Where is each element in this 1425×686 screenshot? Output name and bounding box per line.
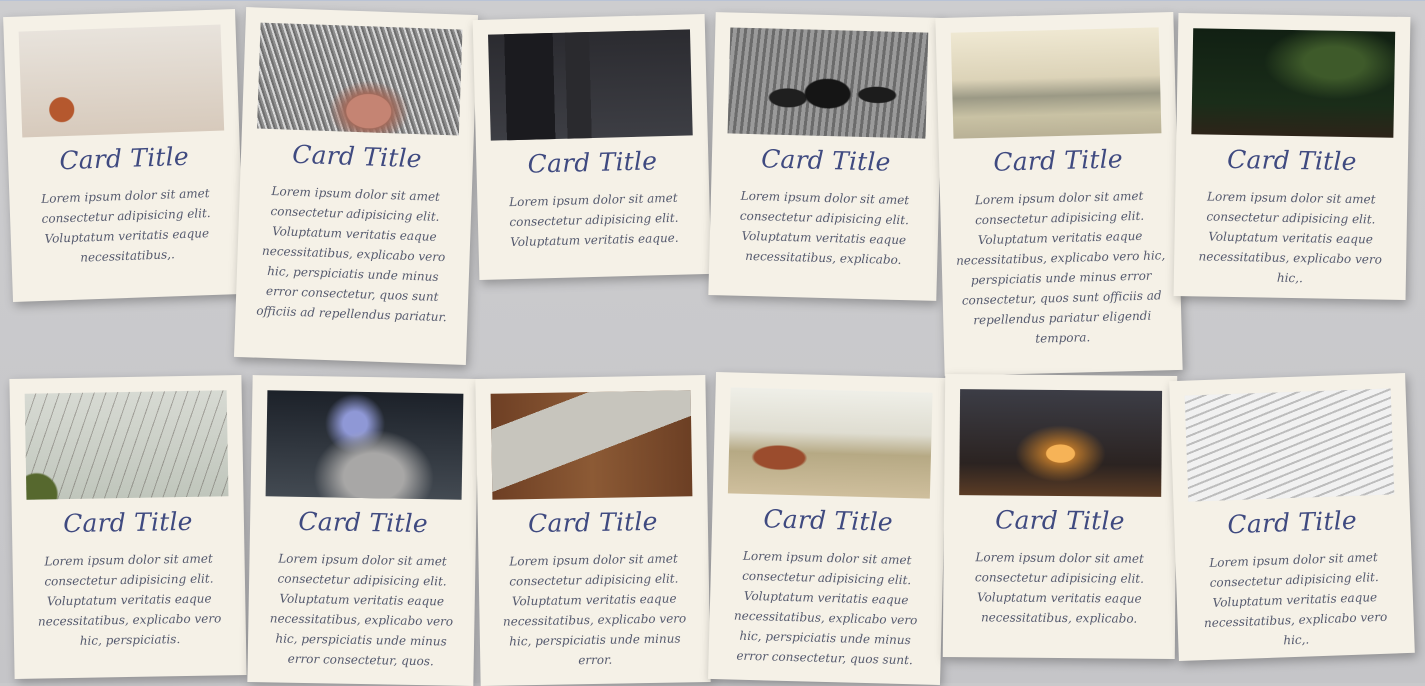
card-title: Card Title — [527, 506, 658, 539]
card-text: Lorem ipsum dolor sit amet consectetur a… — [955, 188, 1166, 346]
card-7[interactable]: Card Title Lorem ipsum dolor sit amet co… — [9, 374, 247, 680]
highland-cow-image — [727, 387, 933, 499]
card-title: Card Title — [763, 504, 894, 537]
card-text: Lorem ipsum dolor sit amet consectetur a… — [269, 551, 454, 669]
laptop-notebook-image — [490, 390, 693, 500]
card-1[interactable]: Card Title Lorem ipsum dolor sit amet co… — [3, 9, 245, 302]
card-board: Card Title Lorem ipsum dolor sit amet co… — [0, 0, 1425, 686]
card-5[interactable]: Card Title Lorem ipsum dolor sit amet co… — [935, 11, 1183, 377]
card-11[interactable]: Card Title Lorem ipsum dolor sit amet co… — [942, 373, 1178, 660]
card-title: Card Title — [995, 505, 1125, 536]
desk-workspace-image — [18, 24, 225, 138]
card-title: Card Title — [1226, 505, 1358, 540]
card-title: Card Title — [527, 146, 658, 179]
card-text: Lorem ipsum dolor sit amet consectetur a… — [256, 184, 447, 325]
card-3[interactable]: Card Title Lorem ipsum dolor sit amet co… — [472, 14, 712, 280]
night-road-image — [959, 389, 1163, 497]
card-title: Card Title — [62, 506, 193, 539]
bare-tree-image — [24, 390, 229, 500]
pine-cones-image — [727, 27, 929, 139]
card-9[interactable]: Card Title Lorem ipsum dolor sit amet co… — [475, 375, 711, 686]
card-text: Lorem ipsum dolor sit amet consectetur a… — [1203, 550, 1388, 648]
beach-image — [950, 27, 1162, 139]
card-text: Lorem ipsum dolor sit amet consectetur a… — [37, 551, 222, 648]
card-text: Lorem ipsum dolor sit amet consectetur a… — [509, 190, 679, 250]
card-text: Lorem ipsum dolor sit amet consectetur a… — [1198, 189, 1382, 286]
card-text: Lorem ipsum dolor sit amet consectetur a… — [41, 186, 211, 265]
card-text: Lorem ipsum dolor sit amet consectetur a… — [502, 551, 687, 668]
card-6[interactable]: Card Title Lorem ipsum dolor sit amet co… — [1173, 12, 1411, 301]
tech-gadgets-image — [488, 29, 693, 141]
night-sky-image — [1191, 28, 1396, 138]
card-8[interactable]: Card Title Lorem ipsum dolor sit amet co… — [247, 375, 479, 686]
card-12[interactable]: Card Title Lorem ipsum dolor sit amet co… — [1169, 372, 1415, 662]
card-title: Card Title — [993, 144, 1124, 177]
card-10[interactable]: Card Title Lorem ipsum dolor sit amet co… — [708, 372, 948, 685]
phone-image — [265, 390, 464, 500]
card-title: Card Title — [760, 144, 891, 177]
card-2[interactable]: Card Title Lorem ipsum dolor sit amet co… — [233, 7, 479, 365]
card-text: Lorem ipsum dolor sit amet consectetur a… — [733, 548, 918, 668]
card-title: Card Title — [291, 139, 423, 174]
card-4[interactable]: Card Title Lorem ipsum dolor sit amet co… — [708, 12, 944, 301]
card-text: Lorem ipsum dolor sit amet consectetur a… — [974, 550, 1145, 626]
card-title: Card Title — [58, 141, 190, 176]
cat-nose-image — [256, 22, 463, 136]
card-title: Card Title — [298, 506, 429, 539]
stone-stairs-image — [1184, 388, 1395, 502]
card-text: Lorem ipsum dolor sit amet consectetur a… — [739, 188, 910, 268]
card-title: Card Title — [1226, 144, 1357, 177]
